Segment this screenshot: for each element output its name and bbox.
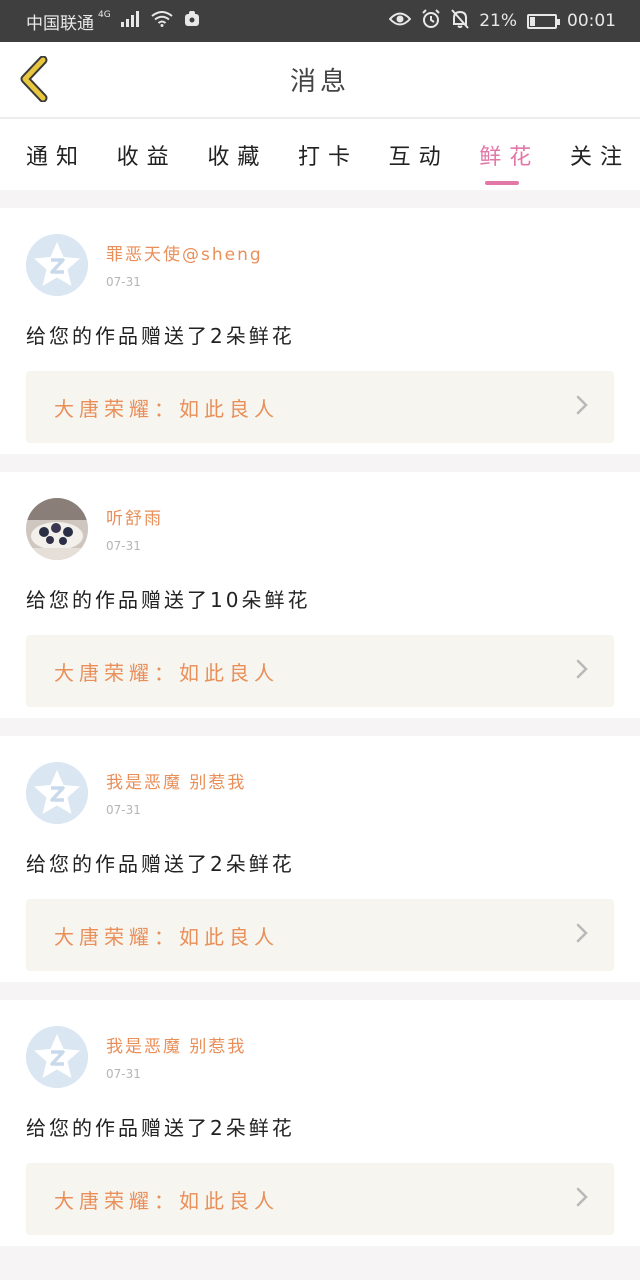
message-text: 给您的作品赠送了2朵鲜花 <box>26 1116 295 1140</box>
work-link-button[interactable]: 大唐荣耀：如此良人 <box>26 371 614 443</box>
tab-earnings[interactable]: 收益 <box>117 125 177 185</box>
chevron-right-icon <box>576 659 588 683</box>
chevron-left-icon <box>19 55 49 106</box>
chevron-right-icon <box>576 395 588 419</box>
list-item: 我是恶魔 别惹我 07-31 给您的作品赠送了2朵鲜花 大唐荣耀：如此良人 <box>0 736 640 982</box>
eye-icon <box>388 11 412 31</box>
list-item: 我是恶魔 别惹我 07-31 给您的作品赠送了2朵鲜花 大唐荣耀：如此良人 <box>0 1000 640 1246</box>
work-title: 大唐荣耀：如此良人 <box>54 660 279 685</box>
message-date: 07-31 <box>106 803 141 817</box>
tab-checkin[interactable]: 打卡 <box>298 125 358 185</box>
username[interactable]: 我是恶魔 别惹我 <box>106 1032 246 1057</box>
message-list: 罪恶天使@sheng 07-31 给您的作品赠送了2朵鲜花 大唐荣耀：如此良人 <box>0 208 640 1246</box>
work-link-button[interactable]: 大唐荣耀：如此良人 <box>26 1163 614 1235</box>
user-row: 我是恶魔 别惹我 07-31 <box>26 762 614 824</box>
user-row: 罪恶天使@sheng 07-31 <box>26 234 614 296</box>
photo-avatar[interactable] <box>26 498 88 560</box>
network-type: 4G <box>98 10 111 20</box>
work-title: 大唐荣耀：如此良人 <box>54 924 279 949</box>
page-header: 消息 <box>0 42 640 119</box>
user-row: 听舒雨 07-31 <box>26 498 614 560</box>
message-date: 07-31 <box>106 1067 141 1081</box>
message-text: 给您的作品赠送了10朵鲜花 <box>26 588 311 612</box>
tab-flowers[interactable]: 鲜花 <box>479 125 539 185</box>
battery-fill <box>530 16 535 26</box>
back-button[interactable] <box>14 55 54 106</box>
tab-following[interactable]: 关注 <box>570 125 630 185</box>
battery-percent: 21% <box>479 11 517 31</box>
work-title: 大唐荣耀：如此良人 <box>54 1188 279 1213</box>
list-item: 罪恶天使@sheng 07-31 给您的作品赠送了2朵鲜花 大唐荣耀：如此良人 <box>0 208 640 454</box>
battery-icon <box>527 13 560 29</box>
alarm-icon <box>421 8 441 34</box>
chevron-right-icon <box>576 923 588 947</box>
username[interactable]: 罪恶天使@sheng <box>106 240 263 265</box>
carrier-name: 中国联通 <box>26 13 94 34</box>
message-text: 给您的作品赠送了2朵鲜花 <box>26 852 295 876</box>
message-date: 07-31 <box>106 275 141 289</box>
clock-time: 00:01 <box>567 11 616 31</box>
bell-muted-icon <box>451 8 469 34</box>
category-tabs: 通知 收益 收藏 打卡 互动 鲜花 关注 <box>0 119 640 190</box>
work-link-button[interactable]: 大唐荣耀：如此良人 <box>26 899 614 971</box>
notification-app-icon <box>183 10 201 33</box>
username[interactable]: 我是恶魔 别惹我 <box>106 768 246 793</box>
message-text: 给您的作品赠送了2朵鲜花 <box>26 324 295 348</box>
chevron-right-icon <box>576 1187 588 1211</box>
list-item: 听舒雨 07-31 给您的作品赠送了10朵鲜花 大唐荣耀：如此良人 <box>0 472 640 718</box>
username[interactable]: 听舒雨 <box>106 504 163 529</box>
tab-favorites[interactable]: 收藏 <box>207 125 267 185</box>
work-link-button[interactable]: 大唐荣耀：如此良人 <box>26 635 614 707</box>
default-avatar-icon[interactable] <box>26 234 88 296</box>
default-avatar-icon[interactable] <box>26 762 88 824</box>
message-date: 07-31 <box>106 539 141 553</box>
work-title: 大唐荣耀：如此良人 <box>54 396 279 421</box>
status-bar: 中国联通 4G 21% 00:01 <box>0 0 640 42</box>
tab-interactions[interactable]: 互动 <box>389 125 449 185</box>
signal-icon <box>120 10 141 32</box>
user-row: 我是恶魔 别惹我 07-31 <box>26 1026 614 1088</box>
wifi-icon <box>151 10 173 32</box>
default-avatar-icon[interactable] <box>26 1026 88 1088</box>
tab-notifications[interactable]: 通知 <box>26 125 86 185</box>
page-title: 消息 <box>289 67 350 97</box>
